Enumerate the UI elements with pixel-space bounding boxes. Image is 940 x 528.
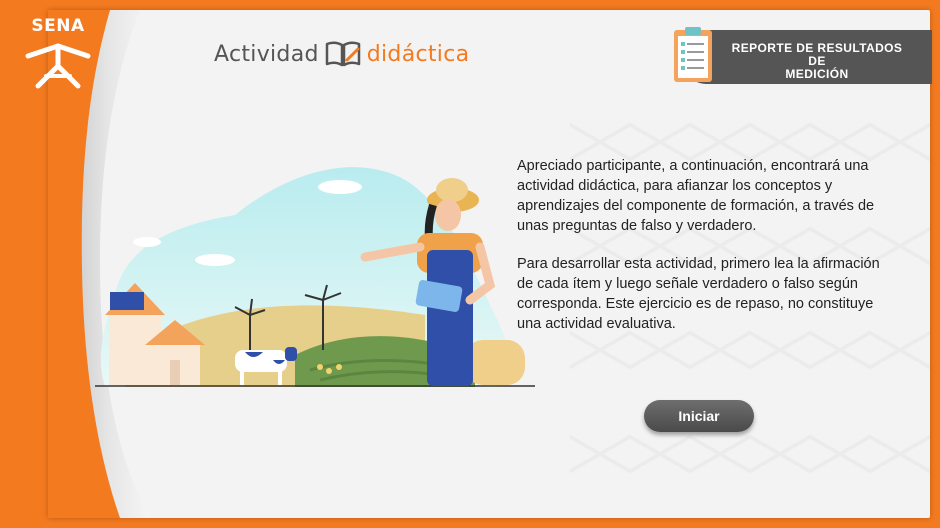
instructions-paragraph-2: Para desarrollar esta actividad, primero… [517,256,880,332]
book-pencil-icon [325,41,360,67]
sena-emblem-icon [25,43,91,89]
report-label: REPORTE DE RESULTADOS DE MEDICIÓN [731,41,903,81]
instructions-paragraph-1: Apreciado participante, a continuación, … [517,158,875,234]
page-title: Actividad didáctica [214,38,469,70]
instructions-text: Apreciado participante, a continuación, … [517,156,892,352]
farmer-illustration [95,167,535,387]
start-button[interactable]: Iniciar [644,400,754,432]
clipboard-icon [674,27,712,82]
report-results-button[interactable]: REPORTE DE RESULTADOS DE MEDICIÓN [660,27,932,84]
sena-logo: SENA [18,16,98,96]
title-word-didactica: didáctica [366,41,470,67]
title-word-actividad: Actividad [214,41,319,67]
